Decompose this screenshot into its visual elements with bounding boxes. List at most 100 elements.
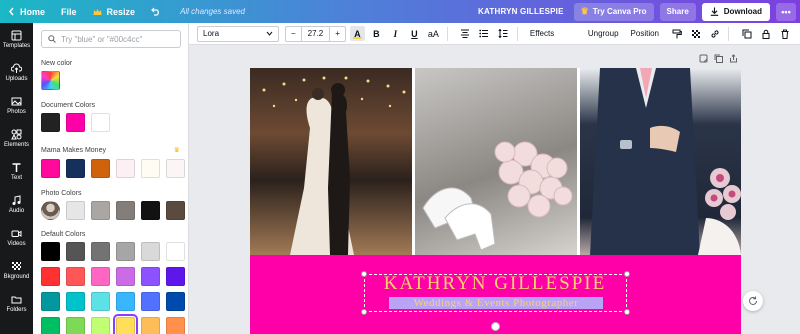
download-label: Download	[723, 7, 762, 16]
photo-color-swatch[interactable]	[166, 201, 185, 220]
photo-color-swatch[interactable]	[116, 201, 135, 220]
photo-thumbnail[interactable]	[41, 201, 60, 220]
rail-item-templates[interactable]: Templates	[0, 23, 33, 56]
default-color-swatch[interactable]	[166, 242, 185, 261]
default-color-swatch[interactable]	[41, 317, 60, 334]
brand-color-swatch[interactable]	[41, 159, 60, 178]
file-menu-button[interactable]: File	[53, 0, 85, 23]
default-color-swatch[interactable]	[41, 292, 60, 311]
font-size-value[interactable]: 27.2	[300, 26, 331, 41]
color-search-input[interactable]	[61, 34, 171, 44]
brand-color-swatch[interactable]	[91, 159, 110, 178]
increase-size-button[interactable]: +	[330, 29, 345, 38]
new-color-button[interactable]	[41, 71, 60, 90]
default-color-swatch[interactable]	[166, 317, 185, 334]
default-color-swatch[interactable]	[66, 292, 85, 311]
pink-banner[interactable]: KATHRYN GILLESPIE Weddings & Events Phot…	[250, 255, 741, 334]
default-color-swatch[interactable]	[66, 267, 85, 286]
more-options-button[interactable]: •••	[776, 2, 796, 21]
default-color-swatch[interactable]	[91, 317, 110, 334]
font-family-select[interactable]: Lora	[197, 25, 279, 42]
resize-button[interactable]: Resize	[85, 0, 144, 23]
photo-color-swatch[interactable]	[91, 201, 110, 220]
list-button[interactable]	[477, 26, 492, 41]
default-color-swatch[interactable]	[91, 267, 110, 286]
rotate-handle[interactable]	[491, 322, 500, 331]
default-color-swatch[interactable]	[141, 242, 160, 261]
lock-button[interactable]	[758, 26, 773, 41]
default-color-swatch[interactable]	[116, 267, 135, 286]
paint-format-button[interactable]	[669, 26, 684, 41]
notes-icon[interactable]	[699, 54, 708, 63]
rail-item-elements[interactable]: Elements	[0, 122, 33, 155]
design-page[interactable]: KATHRYN GILLESPIE Weddings & Events Phot…	[250, 68, 741, 334]
color-search[interactable]	[41, 30, 181, 48]
default-color-swatch[interactable]	[66, 317, 85, 334]
text-color-button[interactable]: A	[349, 26, 365, 41]
home-button[interactable]: Home	[0, 0, 53, 23]
letter-case-button[interactable]: aA	[426, 26, 441, 41]
align-center-button[interactable]	[458, 26, 473, 41]
default-color-swatch[interactable]	[166, 292, 185, 311]
link-button[interactable]	[707, 26, 722, 41]
resize-handle[interactable]	[361, 271, 367, 277]
default-color-swatch[interactable]	[41, 267, 60, 286]
effects-button[interactable]: Effects	[530, 29, 554, 38]
resize-handle[interactable]	[624, 271, 630, 277]
default-color-swatch[interactable]	[41, 242, 60, 261]
brand-color-swatch[interactable]	[66, 159, 85, 178]
default-color-swatch[interactable]	[141, 317, 160, 334]
rail-item-text[interactable]: Text	[0, 155, 33, 188]
download-button[interactable]: Download	[701, 2, 770, 21]
download-icon	[710, 7, 718, 16]
default-color-swatch[interactable]	[141, 267, 160, 286]
couple-photo[interactable]	[250, 68, 412, 255]
bouquet-photo[interactable]	[415, 68, 577, 255]
undo-button[interactable]	[143, 0, 174, 23]
rail-item-photos[interactable]: Photos	[0, 89, 33, 122]
photo-color-swatch[interactable]	[141, 201, 160, 220]
design-name[interactable]: KATHRYN GILLESPIE	[478, 7, 564, 16]
groom-photo[interactable]	[580, 68, 741, 255]
brand-color-swatch[interactable]	[141, 159, 160, 178]
decrease-size-button[interactable]: −	[286, 29, 301, 38]
refresh-button[interactable]	[743, 291, 763, 311]
brand-color-swatch[interactable]	[166, 159, 185, 178]
default-color-swatch[interactable]	[91, 242, 110, 261]
bold-button[interactable]: B	[369, 26, 384, 41]
duplicate-button[interactable]	[739, 26, 754, 41]
document-color-swatch[interactable]	[91, 113, 110, 132]
default-color-swatch[interactable]	[166, 267, 185, 286]
default-color-swatch[interactable]	[91, 292, 110, 311]
default-color-swatch[interactable]	[116, 292, 135, 311]
ungroup-button[interactable]: Ungroup	[588, 29, 619, 38]
italic-button[interactable]: I	[388, 26, 403, 41]
rail-item-videos[interactable]: Videos	[0, 221, 33, 254]
default-color-swatch[interactable]	[141, 292, 160, 311]
rail-item-background[interactable]: Bkground	[0, 254, 33, 287]
try-pro-button[interactable]: ♛ Try Canva Pro	[573, 2, 654, 21]
underline-button[interactable]: U	[407, 26, 422, 41]
default-color-swatch[interactable]	[116, 242, 135, 261]
photo-color-swatch[interactable]	[66, 201, 85, 220]
transparency-button[interactable]	[688, 26, 703, 41]
spacing-button[interactable]	[496, 26, 511, 41]
resize-handle[interactable]	[361, 309, 367, 315]
default-color-row	[41, 267, 185, 286]
rail-item-audio[interactable]: Audio	[0, 188, 33, 221]
delete-button[interactable]	[777, 26, 792, 41]
font-size-stepper[interactable]: − 27.2 +	[285, 25, 346, 42]
rail-item-folders[interactable]: Folders	[0, 287, 33, 320]
default-color-swatch[interactable]	[66, 242, 85, 261]
brand-color-swatch[interactable]	[116, 159, 135, 178]
duplicate-page-icon[interactable]	[714, 54, 723, 63]
share-button[interactable]: Share	[659, 2, 696, 21]
document-color-swatch[interactable]	[66, 113, 85, 132]
position-button[interactable]: Position	[631, 29, 659, 38]
share-page-icon[interactable]	[729, 54, 738, 63]
rail-item-uploads[interactable]: Uploads	[0, 56, 33, 89]
document-color-swatch[interactable]	[41, 113, 60, 132]
copy-icon	[742, 29, 751, 38]
default-color-swatch[interactable]	[113, 314, 138, 334]
resize-handle[interactable]	[624, 309, 630, 315]
